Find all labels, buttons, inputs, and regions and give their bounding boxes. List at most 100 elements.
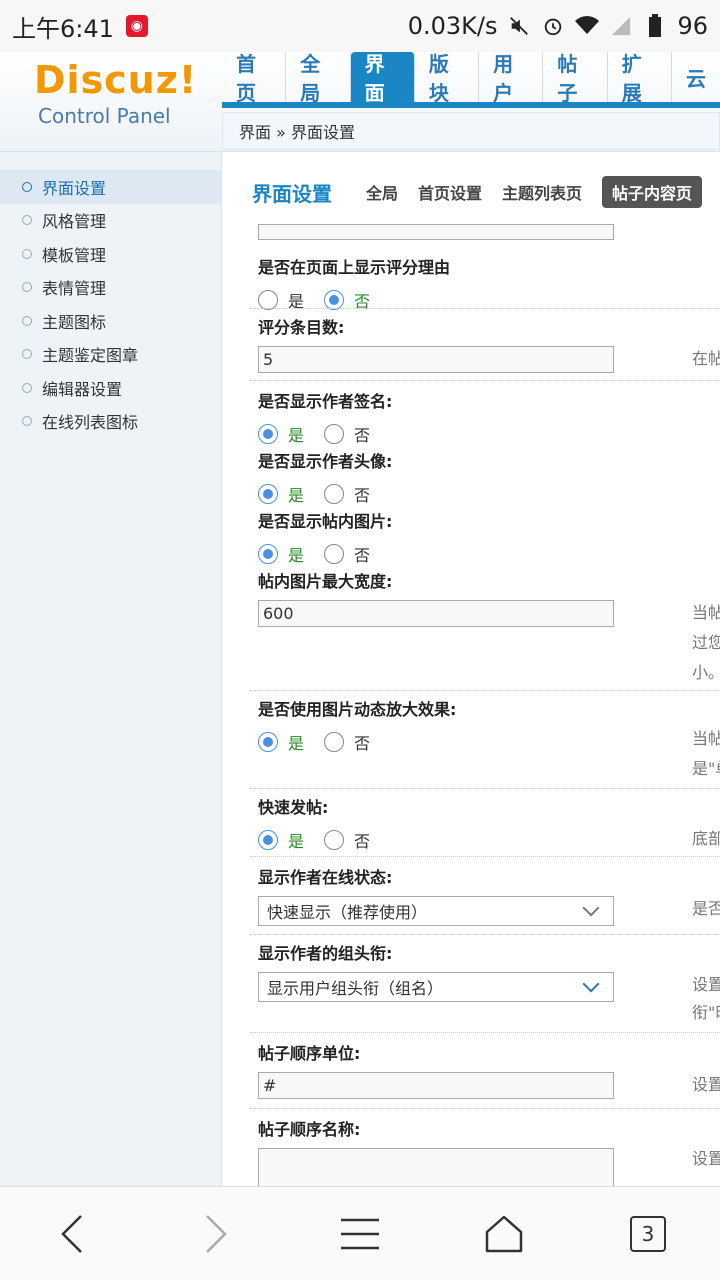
image-width-tip-2: 过您 xyxy=(692,633,720,652)
radio-no[interactable] xyxy=(324,290,345,310)
menu-icon xyxy=(341,1218,379,1249)
discuz-logo: Discuz! Control Panel xyxy=(34,58,214,138)
chevron-down-icon xyxy=(582,975,600,993)
setting-show-images: 是否显示帖内图片: 是 否 xyxy=(258,512,393,565)
radio-no[interactable] xyxy=(324,830,345,850)
radio-yes[interactable] xyxy=(258,290,278,310)
status-time: 上午6:41 xyxy=(12,14,114,43)
nav-users[interactable]: 用户 xyxy=(479,52,544,105)
bullet-icon xyxy=(22,315,32,326)
breadcrumb: 界面 » 界面设置 xyxy=(222,112,720,150)
sidebar-item-thread-icons[interactable]: 主题图标 xyxy=(0,304,221,338)
post-order-name-textarea[interactable] xyxy=(258,1148,614,1186)
status-bar: 上午6:41 ◉ 0.03K/s 96 xyxy=(0,0,720,52)
bullet-icon xyxy=(22,181,32,192)
radio-no[interactable] xyxy=(324,484,345,504)
group-title-select[interactable]: 显示用户组头衔（组名） xyxy=(258,972,614,1002)
nav-underline xyxy=(222,102,720,108)
home-icon xyxy=(485,1215,523,1252)
post-order-unit-input[interactable]: # xyxy=(258,1072,614,1099)
menu-button[interactable] xyxy=(320,1204,400,1264)
setting-image-max-width: 帖内图片最大宽度: 600 xyxy=(258,568,718,627)
radio-no[interactable] xyxy=(324,424,345,444)
subtab-global[interactable]: 全局 xyxy=(366,180,398,204)
rate-count-input[interactable]: 5 xyxy=(258,346,614,373)
nav-forums[interactable]: 版块 xyxy=(415,52,480,105)
wifi-icon xyxy=(575,14,600,38)
online-status-tip: 是否 xyxy=(692,899,720,918)
image-max-width-input[interactable]: 600 xyxy=(258,600,614,627)
browser-bottom-nav: 3 xyxy=(0,1186,720,1280)
group-title-tip-1: 设置 xyxy=(692,975,720,994)
alarm-icon xyxy=(541,14,565,38)
admin-header: Discuz! Control Panel 首页 全局 界面 版块 用户 帖子 … xyxy=(0,52,720,152)
subtab-post-content[interactable]: 帖子内容页 xyxy=(602,176,703,208)
weibo-notification-icon: ◉ xyxy=(125,15,148,37)
sidebar-item-online-icons[interactable]: 在线列表图标 xyxy=(0,405,221,439)
image-width-tip-1: 当帖 xyxy=(692,603,720,622)
setting-zoom-effect: 是否使用图片动态放大效果: 是 否 xyxy=(258,700,457,753)
radio-yes[interactable] xyxy=(258,424,278,444)
nav-cloud[interactable]: 云 xyxy=(672,52,720,102)
setting-group-title: 显示作者的组头衔: 显示用户组头衔（组名） xyxy=(258,940,718,1002)
tabs-count: 3 xyxy=(630,1215,666,1252)
home-button[interactable] xyxy=(464,1204,544,1264)
image-width-tip-3: 小。 xyxy=(692,663,720,682)
zoom-tip-1: 当帖 xyxy=(692,729,720,748)
logo-subtitle: Control Panel xyxy=(38,104,171,128)
bullet-icon xyxy=(22,248,32,259)
nav-home[interactable]: 首页 xyxy=(222,52,287,105)
radio-no[interactable] xyxy=(324,732,345,752)
subtab-home[interactable]: 首页设置 xyxy=(418,180,482,204)
sidebar-item-style[interactable]: 风格管理 xyxy=(0,204,221,238)
setting-online-status: 显示作者在线状态: 快速显示（推荐使用） xyxy=(258,864,718,926)
nav-global[interactable]: 全局 xyxy=(286,52,351,105)
sidebar-item-editor[interactable]: 编辑器设置 xyxy=(0,371,221,405)
main-content: 界面设置 全局 首页设置 主题列表页 帖子内容页 是否在页面上显示评分理由 是 … xyxy=(222,152,720,1186)
sidebar-item-smilies[interactable]: 表情管理 xyxy=(0,271,221,305)
nav-posts[interactable]: 帖子 xyxy=(543,52,608,105)
subtab-thread-list[interactable]: 主题列表页 xyxy=(502,180,582,204)
nav-interface[interactable]: 界面 xyxy=(350,52,415,105)
radio-yes[interactable] xyxy=(258,830,278,850)
battery-icon xyxy=(643,14,667,38)
quick-post-tip: 底部 xyxy=(692,829,720,848)
bullet-icon xyxy=(22,282,32,293)
radio-yes[interactable] xyxy=(258,544,278,564)
page-title: 界面设置 xyxy=(252,181,332,206)
bullet-icon xyxy=(22,416,32,427)
chevron-left-icon xyxy=(61,1214,82,1253)
sidebar-item-stamps[interactable]: 主题鉴定图章 xyxy=(0,338,221,372)
signal-icon xyxy=(609,14,633,38)
net-speed: 0.03K/s xyxy=(407,12,498,40)
back-button[interactable] xyxy=(32,1204,112,1264)
logo-text: Discuz! xyxy=(34,58,198,102)
radio-yes[interactable] xyxy=(258,732,278,752)
rate-count-tip: 在帖 xyxy=(692,349,720,368)
radio-yes[interactable] xyxy=(258,484,278,504)
mute-icon xyxy=(507,14,531,38)
content-tabs: 界面设置 全局 首页设置 主题列表页 帖子内容页 xyxy=(222,152,720,232)
setting-quick-post: 快速发帖: 是 否 xyxy=(258,798,371,851)
battery-level: 96 xyxy=(677,12,708,40)
bullet-icon xyxy=(22,382,32,393)
sidebar: 界面设置 风格管理 模板管理 表情管理 主题图标 主题鉴定图章 编辑器设置 在线… xyxy=(0,152,222,1186)
sidebar-item-interface-settings[interactable]: 界面设置 xyxy=(0,170,221,204)
radio-no[interactable] xyxy=(324,544,345,564)
bullet-icon xyxy=(22,349,32,360)
forward-button[interactable] xyxy=(176,1204,256,1264)
zoom-tip-2: 是"单 xyxy=(692,759,720,778)
nav-extensions[interactable]: 扩展 xyxy=(608,52,672,105)
chevron-right-icon xyxy=(206,1214,227,1253)
setting-post-order-unit: 帖子顺序单位: # xyxy=(258,1040,718,1099)
setting-rate-count: 评分条目数: 5 xyxy=(258,314,718,373)
tabs-button[interactable]: 3 xyxy=(608,1204,688,1264)
setting-show-signature: 是否显示作者签名: 是 否 xyxy=(258,392,393,445)
online-status-select[interactable]: 快速显示（推荐使用） xyxy=(258,896,614,926)
group-title-tip-2: 衔"时 xyxy=(692,1003,720,1022)
setting-show-avatar: 是否显示作者头像: 是 否 xyxy=(258,452,393,505)
post-order-unit-tip: 设置 xyxy=(692,1075,720,1094)
partial-input[interactable] xyxy=(258,224,614,240)
bullet-icon xyxy=(22,215,32,226)
sidebar-item-templates[interactable]: 模板管理 xyxy=(0,237,221,271)
